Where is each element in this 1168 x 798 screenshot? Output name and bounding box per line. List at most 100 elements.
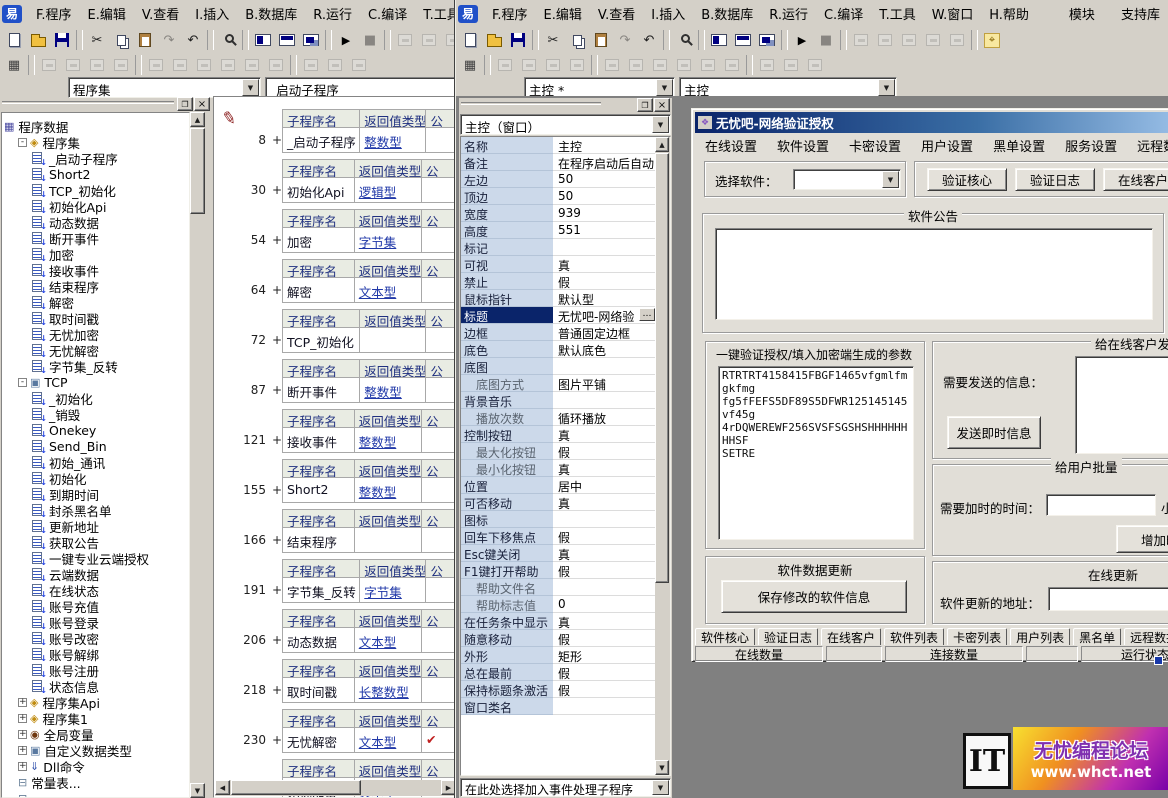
center-vertical-icon[interactable] (624, 54, 648, 76)
step-into-icon[interactable] (897, 29, 921, 51)
public-flag-cell[interactable] (426, 377, 457, 403)
fold-plus[interactable]: + (272, 683, 282, 697)
new-file-icon[interactable] (2, 29, 26, 51)
return-type-cell[interactable]: 文本型 (355, 727, 422, 753)
copy-icon[interactable] (109, 29, 133, 51)
form-menu-item-5[interactable]: 服务设置 (1055, 134, 1127, 157)
menu-item-3[interactable]: I.插入 (187, 2, 237, 25)
make-same-width-icon[interactable] (648, 54, 672, 76)
fold-plus[interactable]: + (272, 433, 282, 447)
menu-item-1[interactable]: E.编辑 (80, 2, 134, 25)
return-type-cell[interactable] (355, 527, 422, 553)
window-combo[interactable]: 主控 * ▼ (524, 77, 675, 98)
property-value[interactable]: 默认型 (553, 290, 656, 307)
view-button-0[interactable]: 验证核心 (927, 168, 1007, 191)
make-same-width-icon[interactable] (192, 54, 216, 76)
debug-run-icon[interactable] (849, 29, 873, 51)
fold-plus[interactable]: + (272, 733, 282, 747)
property-row[interactable]: 底色默认底色 (461, 341, 656, 358)
fit-height-icon[interactable] (779, 54, 803, 76)
form-grid-icon[interactable]: ▦ (2, 54, 26, 76)
tab-7[interactable]: 远程数据 (1124, 628, 1168, 645)
property-value[interactable]: 真 (553, 494, 656, 511)
public-flag-cell[interactable] (426, 327, 457, 353)
fit-width-icon[interactable] (755, 54, 779, 76)
component-combo[interactable]: 主控 ▼ (679, 77, 897, 98)
new-file-icon[interactable] (458, 29, 482, 51)
redo-icon[interactable]: ↷ (157, 29, 181, 51)
property-value[interactable]: 假 (553, 664, 656, 681)
property-row[interactable]: 禁止假 (461, 273, 656, 290)
layout-horizontal-icon[interactable] (731, 29, 755, 51)
center-in-window-icon[interactable] (803, 54, 827, 76)
public-flag-cell[interactable] (422, 227, 457, 253)
property-row[interactable]: 窗口类名 (461, 698, 656, 715)
space-equal-icon[interactable] (696, 54, 720, 76)
fold-plus[interactable]: + (272, 333, 282, 347)
ellipsis-button[interactable]: … (639, 308, 655, 321)
form-menu-item-2[interactable]: 卡密设置 (839, 134, 911, 157)
property-value[interactable]: 50 (553, 188, 656, 205)
property-object-combo[interactable]: 主控（窗口） ▼ (460, 114, 671, 135)
return-type-cell[interactable]: 长整数型 (355, 677, 422, 703)
public-flag-cell[interactable] (426, 577, 457, 603)
paste-icon[interactable] (133, 29, 157, 51)
return-type-cell[interactable]: 文本型 (355, 277, 422, 303)
return-type-cell[interactable] (360, 327, 426, 353)
property-value[interactable]: 普通固定边框 (553, 324, 656, 341)
tree-item[interactable]: 结束程序 (2, 278, 189, 294)
property-row[interactable]: 标记 (461, 239, 656, 256)
fold-plus[interactable]: + (272, 533, 282, 547)
form-menu-item-6[interactable]: 远程数据 (1127, 134, 1168, 157)
property-row[interactable]: 鼠标指针默认型 (461, 290, 656, 307)
tree-item[interactable]: +▣自定义数据类型 (2, 742, 189, 758)
make-same-size-icon[interactable] (264, 54, 288, 76)
announcement-textarea[interactable] (715, 228, 1153, 320)
align-bottom-icon[interactable] (565, 54, 589, 76)
fold-plus[interactable]: + (272, 483, 282, 497)
layout-cascade-icon[interactable] (299, 29, 323, 51)
tree-item[interactable]: Onekey (2, 422, 189, 438)
property-value[interactable]: 真 (553, 545, 656, 562)
subroutine-name-cell[interactable]: _启动子程序 (282, 127, 360, 153)
property-value[interactable]: 假 (553, 273, 656, 290)
chevron-down-icon[interactable]: ▼ (878, 79, 895, 96)
layout-vertical-icon[interactable] (251, 29, 275, 51)
find-icon[interactable] (216, 29, 240, 51)
public-flag-cell[interactable] (422, 477, 457, 503)
menu-item-4[interactable]: B.数据库 (693, 2, 761, 25)
step-over-icon[interactable] (417, 29, 441, 51)
auth-textarea[interactable]: RTRTRT4158415FBGF1465vfgmlfmgkfmg fg5fFE… (718, 366, 914, 540)
property-value[interactable]: 无忧吧-网络验… (553, 307, 656, 324)
property-row[interactable]: 顶边50 (461, 188, 656, 205)
property-row[interactable]: 图标 (461, 511, 656, 528)
property-row[interactable]: 位置居中 (461, 477, 656, 494)
property-row[interactable]: 保持标题条激活假 (461, 681, 656, 698)
property-value[interactable] (553, 392, 656, 409)
center-horizontal-icon[interactable] (600, 54, 624, 76)
send-message-textarea[interactable] (1075, 356, 1168, 454)
property-value[interactable]: 真 (553, 460, 656, 477)
menu-item-3[interactable]: I.插入 (643, 2, 693, 25)
tree-item[interactable]: +◈程序集Api (2, 694, 189, 710)
property-row[interactable]: Esc键关闭真 (461, 545, 656, 562)
property-value[interactable]: 真 (553, 613, 656, 630)
center-horizontal-icon[interactable] (144, 54, 168, 76)
property-value[interactable]: 假 (553, 528, 656, 545)
tree-toggle-icon[interactable]: + (18, 762, 27, 771)
redo-icon[interactable]: ↷ (613, 29, 637, 51)
tree-scrollbar[interactable]: ▲ ▼ (190, 112, 206, 798)
special-find-icon[interactable]: ⌖ (980, 29, 1004, 51)
property-value[interactable]: 50 (553, 171, 656, 188)
property-value[interactable]: 默认底色 (553, 341, 656, 358)
menu-item-4[interactable]: B.数据库 (237, 2, 305, 25)
menu-item-2[interactable]: V.查看 (590, 2, 643, 25)
align-right-icon[interactable] (61, 54, 85, 76)
save-software-info-button[interactable]: 保存修改的软件信息 (721, 580, 907, 613)
property-value[interactable] (553, 358, 656, 375)
return-type-cell[interactable]: 整数型 (360, 377, 426, 403)
subroutine-name-cell[interactable]: 取时间戳 (282, 677, 355, 703)
return-type-cell[interactable]: 整数型 (355, 477, 422, 503)
property-value[interactable] (553, 698, 656, 715)
form-menu-item-4[interactable]: 黑单设置 (983, 134, 1055, 157)
